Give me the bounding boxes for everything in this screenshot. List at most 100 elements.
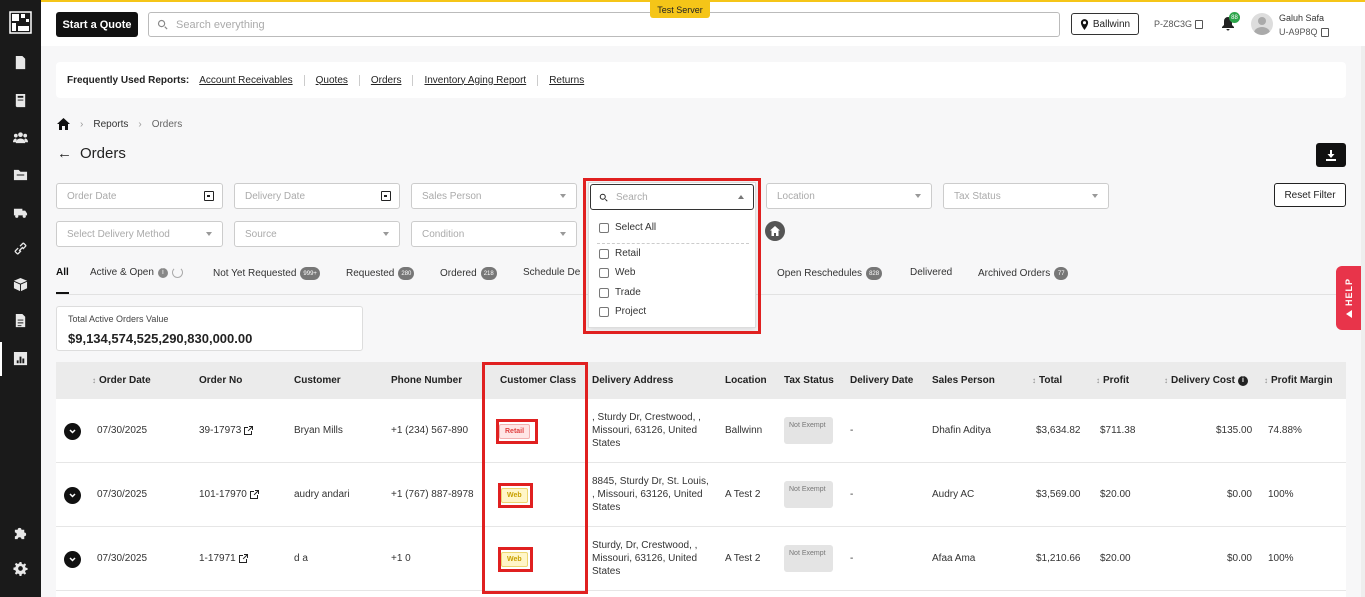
start-quote-button[interactable]: Start a Quote	[56, 12, 138, 37]
global-search-input[interactable]: Search everything	[148, 12, 1060, 37]
header-delivery-address: Delivery Address	[592, 375, 673, 386]
condition-filter[interactable]: Condition	[411, 221, 577, 247]
book-icon[interactable]	[11, 91, 30, 110]
sales-person-filter[interactable]: Sales Person	[411, 183, 577, 209]
delivery-date-placeholder: Delivery Date	[245, 190, 306, 202]
count-badge: 999+	[300, 267, 320, 280]
expand-row-button[interactable]	[64, 487, 81, 504]
header-delivery-cost[interactable]: ↕ Delivery Cost i	[1164, 375, 1248, 386]
calendar-icon	[204, 191, 214, 201]
avatar[interactable]	[1251, 13, 1273, 35]
reset-filter-button[interactable]: Reset Filter	[1274, 183, 1346, 207]
external-link-icon[interactable]	[244, 425, 254, 435]
header-customer-class: Customer Class	[500, 375, 576, 386]
link-icon[interactable]	[11, 239, 30, 258]
tab-schedule-delivery[interactable]: Schedule De	[523, 267, 580, 278]
tab-active-open[interactable]: Active & Open i	[90, 267, 183, 278]
expand-row-button[interactable]	[64, 423, 81, 440]
condition-placeholder: Condition	[422, 228, 465, 240]
report-link-returns[interactable]: Returns	[537, 74, 595, 86]
header-location: Location	[725, 375, 767, 386]
chart-icon[interactable]	[11, 349, 30, 368]
truck-icon[interactable]	[11, 203, 30, 222]
cell-order-no[interactable]: 39-17973	[199, 425, 254, 436]
order-no-text: 101-17970	[199, 489, 247, 500]
folder-icon[interactable]	[11, 165, 30, 184]
option-trade[interactable]: Trade	[599, 287, 641, 298]
delivery-date-filter[interactable]: Delivery Date	[234, 183, 400, 209]
checkbox[interactable]	[599, 306, 609, 317]
back-arrow-icon[interactable]: ←	[57, 145, 72, 162]
option-project[interactable]: Project	[599, 306, 646, 317]
checkbox[interactable]	[599, 287, 609, 298]
user-name[interactable]: Galuh Safa	[1279, 13, 1324, 23]
tab-ordered[interactable]: Ordered 218	[440, 267, 497, 280]
order-date-filter[interactable]: Order Date	[56, 183, 223, 209]
count-badge: 218	[480, 267, 497, 280]
home-icon[interactable]	[57, 118, 70, 130]
tab-archived-orders[interactable]: Archived Orders 77	[978, 267, 1069, 280]
source-filter[interactable]: Source	[234, 221, 400, 247]
page-scrollbar[interactable]	[1361, 46, 1365, 597]
external-link-icon[interactable]	[238, 553, 248, 563]
tab-ordered-label: Ordered	[440, 268, 477, 279]
info-icon: i	[1237, 375, 1248, 386]
expand-row-button[interactable]	[64, 551, 81, 568]
logo-icon[interactable]	[9, 11, 32, 34]
cell-order-no[interactable]: 101-17970	[199, 489, 259, 500]
invoice-icon[interactable]	[11, 53, 30, 72]
header-location-label: Location	[725, 375, 767, 386]
help-tab[interactable]: HELP	[1336, 266, 1362, 330]
tab-delivered[interactable]: Delivered	[910, 267, 952, 278]
table-row[interactable]: 07/30/2025 39-17973 Bryan Mills +1 (234)…	[56, 399, 1346, 463]
breadcrumb-reports[interactable]: Reports	[93, 119, 128, 130]
sort-icon: ↕	[1096, 376, 1100, 385]
report-link-inventory-aging[interactable]: Inventory Aging Report	[412, 74, 537, 86]
tab-not-yet-requested[interactable]: Not Yet Requested 999+	[213, 267, 320, 280]
cell-location: Ballwinn	[725, 425, 763, 436]
location-button[interactable]: Ballwinn	[1071, 13, 1139, 35]
delivery-method-filter[interactable]: Select Delivery Method	[56, 221, 223, 247]
location-filter[interactable]: Location	[766, 183, 932, 209]
cell-order-no[interactable]: 1-17971	[199, 553, 248, 564]
user-id: U-A9P8Q	[1279, 27, 1329, 37]
option-trade-label: Trade	[615, 287, 641, 298]
total-orders-label: Total Active Orders Value	[68, 314, 169, 324]
header-order-date[interactable]: ↕ Order Date	[92, 375, 151, 386]
sort-icon: ↕	[1264, 376, 1268, 385]
checkbox[interactable]	[599, 248, 609, 259]
copy-icon[interactable]	[1320, 27, 1329, 37]
document-icon[interactable]	[11, 311, 30, 330]
notification-bell[interactable]: 88	[1221, 12, 1240, 32]
tab-all[interactable]: All	[56, 267, 69, 278]
home-filter-button[interactable]	[765, 221, 785, 241]
copy-icon[interactable]	[1195, 19, 1204, 29]
header-profit-label: Profit	[1103, 375, 1130, 386]
report-link-account-receivables[interactable]: Account Receivables	[199, 75, 303, 86]
external-link-icon[interactable]	[249, 489, 259, 499]
option-select-all[interactable]: Select All	[599, 222, 656, 233]
customer-class-search-input[interactable]: Search	[590, 184, 754, 210]
users-icon[interactable]	[11, 128, 30, 147]
option-retail[interactable]: Retail	[599, 248, 641, 259]
option-web[interactable]: Web	[599, 267, 635, 278]
report-link-quotes[interactable]: Quotes	[303, 74, 359, 86]
table-row[interactable]: 07/30/2025 1-17971 d a +1 0 Web Sturdy, …	[56, 527, 1346, 591]
checkbox[interactable]	[599, 222, 609, 233]
header-profit[interactable]: ↕ Profit	[1096, 375, 1129, 386]
tab-requested[interactable]: Requested 280	[346, 267, 415, 280]
puzzle-icon[interactable]	[11, 523, 30, 542]
sort-icon: ↕	[1164, 376, 1168, 385]
tab-open-reschedules[interactable]: Open Reschedules 828	[777, 267, 883, 280]
header-total[interactable]: ↕ Total	[1032, 375, 1062, 386]
gear-icon[interactable]	[11, 559, 30, 578]
tab-delivered-label: Delivered	[910, 267, 953, 278]
header-profit-margin[interactable]: ↕ Profit Margin	[1264, 375, 1333, 386]
chevron-up-icon[interactable]	[738, 195, 744, 199]
table-row[interactable]: 07/30/2025 101-17970 audry andari +1 (76…	[56, 463, 1346, 527]
report-link-orders[interactable]: Orders	[358, 74, 413, 86]
tax-status-filter[interactable]: Tax Status	[943, 183, 1109, 209]
download-button[interactable]	[1316, 143, 1346, 167]
box-icon[interactable]	[11, 275, 30, 294]
checkbox[interactable]	[599, 267, 609, 278]
